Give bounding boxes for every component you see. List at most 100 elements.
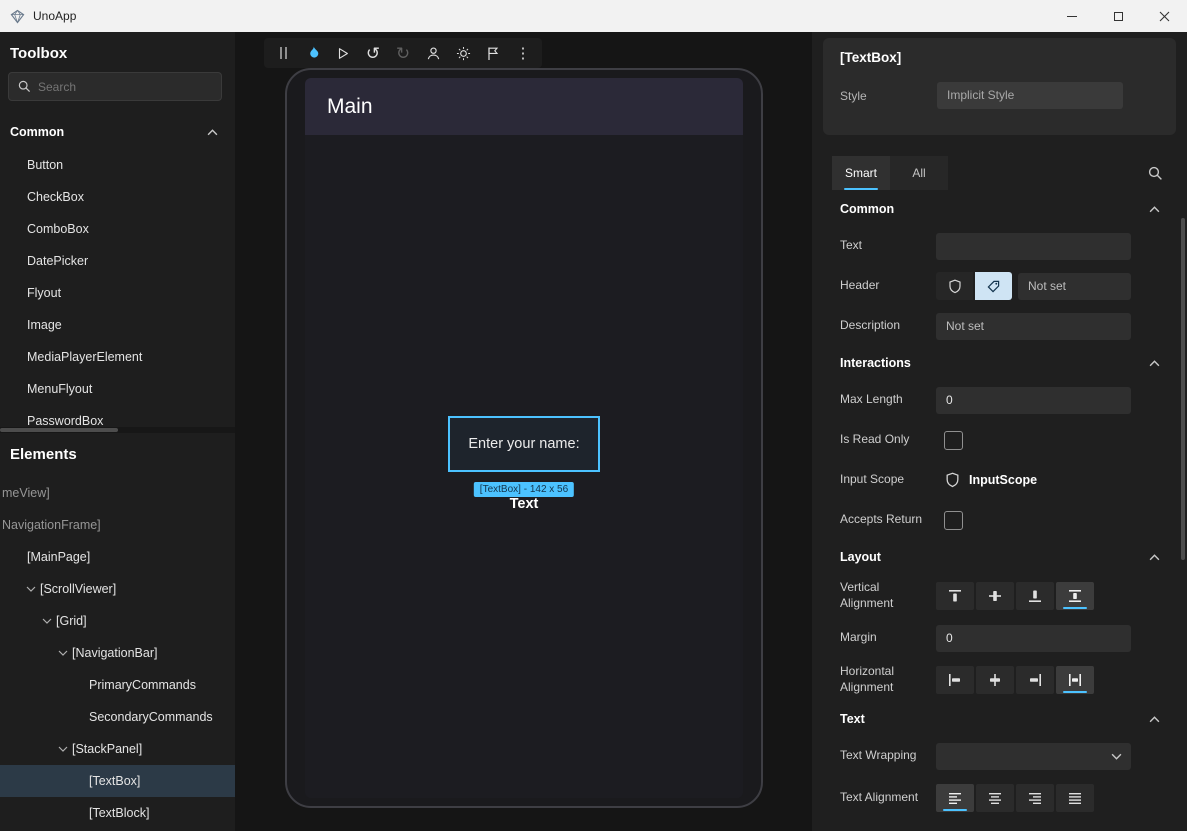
close-icon	[1159, 11, 1170, 22]
minimize-button[interactable]	[1049, 0, 1095, 32]
toolbox-item-checkbox[interactable]: CheckBox	[0, 181, 235, 213]
elements-panel: Elements meView] NavigationFrame] [MainP…	[0, 433, 235, 831]
tree-item-navigationbar[interactable]: [NavigationBar]	[0, 637, 235, 669]
page-body: Enter your name: [TextBox] - 142 x 56 Te…	[305, 135, 743, 798]
text-align-justify-button[interactable]	[1056, 784, 1094, 812]
toolbox-item-mediaplayerelement[interactable]: MediaPlayerElement	[0, 341, 235, 373]
selected-element-title: [TextBox]	[840, 50, 1159, 65]
account-button[interactable]	[418, 39, 448, 67]
page-title: Main	[327, 95, 373, 119]
tree-item-stackpanel[interactable]: [StackPanel]	[0, 733, 235, 765]
tree-item-frameview[interactable]: meView]	[0, 477, 235, 509]
toolbar-grip[interactable]	[268, 39, 298, 67]
text-align-left-button[interactable]	[936, 784, 974, 812]
section-common[interactable]: Common	[840, 192, 1187, 226]
maximize-button[interactable]	[1095, 0, 1141, 32]
style-input[interactable]: Implicit Style	[937, 82, 1123, 109]
vertical-scrollbar-thumb[interactable]	[1181, 218, 1185, 560]
halign-left-button[interactable]	[936, 666, 974, 694]
max-length-input[interactable]: 0	[936, 387, 1131, 414]
prop-row-horizontal-alignment: Horizontal Alignment	[840, 658, 1187, 702]
flame-icon	[306, 45, 321, 61]
theme-toggle-button[interactable]	[448, 39, 478, 67]
valign-center-button[interactable]	[976, 582, 1014, 610]
tree-item-scrollviewer[interactable]: [ScrollViewer]	[0, 573, 235, 605]
tree-item-textbox[interactable]: [TextBox]	[0, 765, 235, 797]
horizontal-scrollbar-thumb[interactable]	[0, 428, 118, 432]
device-frame: Main Enter your name: [TextBox] - 142 x …	[285, 68, 763, 808]
header-tag-button[interactable]	[975, 272, 1012, 300]
tree-item-secondarycommands[interactable]: SecondaryCommands	[0, 701, 235, 733]
prop-row-input-scope: Input Scope InputScope	[840, 460, 1187, 500]
play-button[interactable]	[328, 39, 358, 67]
elements-title: Elements	[0, 433, 235, 465]
designed-textbox[interactable]: Enter your name:	[448, 416, 600, 472]
prop-row-max-length: Max Length 0	[840, 380, 1187, 420]
prop-row-placeholder: Placeholder	[840, 820, 1187, 825]
style-label: Style	[840, 89, 937, 103]
chevron-down-icon	[58, 746, 68, 752]
header-binding-button[interactable]	[936, 272, 973, 300]
header-input[interactable]: Not set	[1018, 273, 1131, 300]
accepts-return-checkbox[interactable]	[944, 511, 963, 530]
valign-top-button[interactable]	[936, 582, 974, 610]
toolbox-item-datepicker[interactable]: DatePicker	[0, 245, 235, 277]
toolbox-item-image[interactable]: Image	[0, 309, 235, 341]
margin-input[interactable]: 0	[936, 625, 1131, 652]
tree-item-label: [StackPanel]	[72, 742, 142, 756]
flag-button[interactable]	[478, 39, 508, 67]
hot-reload-button[interactable]	[298, 39, 328, 67]
halign-right-button[interactable]	[1016, 666, 1054, 694]
search-input[interactable]	[38, 80, 212, 94]
tree-item-mainpage[interactable]: [MainPage]	[0, 541, 235, 573]
prop-row-is-read-only: Is Read Only	[840, 420, 1187, 460]
toolbox-item-flyout[interactable]: Flyout	[0, 277, 235, 309]
section-layout[interactable]: Layout	[840, 540, 1187, 574]
tree-item-grid[interactable]: [Grid]	[0, 605, 235, 637]
toolbox-searchbox[interactable]	[8, 72, 222, 101]
flag-icon	[486, 46, 500, 61]
tab-all[interactable]: All	[890, 156, 948, 190]
align-vcenter-icon	[987, 588, 1003, 604]
prop-row-text-alignment: Text Alignment	[840, 776, 1187, 820]
toolbox-item-combobox[interactable]: ComboBox	[0, 213, 235, 245]
text-align-right-button[interactable]	[1016, 784, 1054, 812]
section-title: Layout	[840, 550, 881, 564]
tab-smart[interactable]: Smart	[832, 156, 890, 190]
section-text[interactable]: Text	[840, 702, 1187, 736]
tree-item-primarycommands[interactable]: PrimaryCommands	[0, 669, 235, 701]
halign-center-button[interactable]	[976, 666, 1014, 694]
align-bottom-icon	[1027, 588, 1043, 604]
horizontal-scrollbar[interactable]	[0, 427, 235, 433]
description-input[interactable]: Not set	[936, 313, 1131, 340]
valign-stretch-button[interactable]	[1056, 582, 1094, 610]
more-options-button[interactable]: ⋮	[508, 39, 538, 67]
toolbox-section-common[interactable]: Common	[0, 115, 235, 149]
tree-item-navigationframe[interactable]: NavigationFrame]	[0, 509, 235, 541]
halign-stretch-button[interactable]	[1056, 666, 1094, 694]
valign-bottom-button[interactable]	[1016, 582, 1054, 610]
align-right-icon	[1027, 672, 1043, 688]
input-scope-value[interactable]: InputScope	[969, 473, 1037, 487]
section-title: Interactions	[840, 356, 911, 370]
text-wrapping-dropdown[interactable]	[936, 743, 1131, 770]
text-input[interactable]	[936, 233, 1131, 260]
section-interactions[interactable]: Interactions	[840, 346, 1187, 380]
vertical-scrollbar[interactable]	[1181, 218, 1185, 778]
designed-textblock[interactable]: Text	[305, 496, 743, 512]
prop-row-text: Text	[840, 226, 1187, 266]
properties-search-button[interactable]	[1148, 166, 1163, 181]
close-button[interactable]	[1141, 0, 1187, 32]
redo-button[interactable]: ↻	[388, 39, 418, 67]
tree-item-textblock[interactable]: [TextBlock]	[0, 797, 235, 829]
undo-icon: ↺	[366, 45, 380, 62]
text-align-center-button[interactable]	[976, 784, 1014, 812]
tree-item-label: [MainPage]	[27, 550, 90, 564]
toolbox-item-passwordbox[interactable]: PasswordBox	[0, 405, 235, 427]
undo-button[interactable]: ↺	[358, 39, 388, 67]
prop-row-description: Description Not set	[840, 306, 1187, 346]
toolbox-item-menuflyout[interactable]: MenuFlyout	[0, 373, 235, 405]
toolbox-item-button[interactable]: Button	[0, 149, 235, 181]
designer-toolbar: ↺ ↻ ⋮	[264, 38, 542, 68]
is-read-only-checkbox[interactable]	[944, 431, 963, 450]
